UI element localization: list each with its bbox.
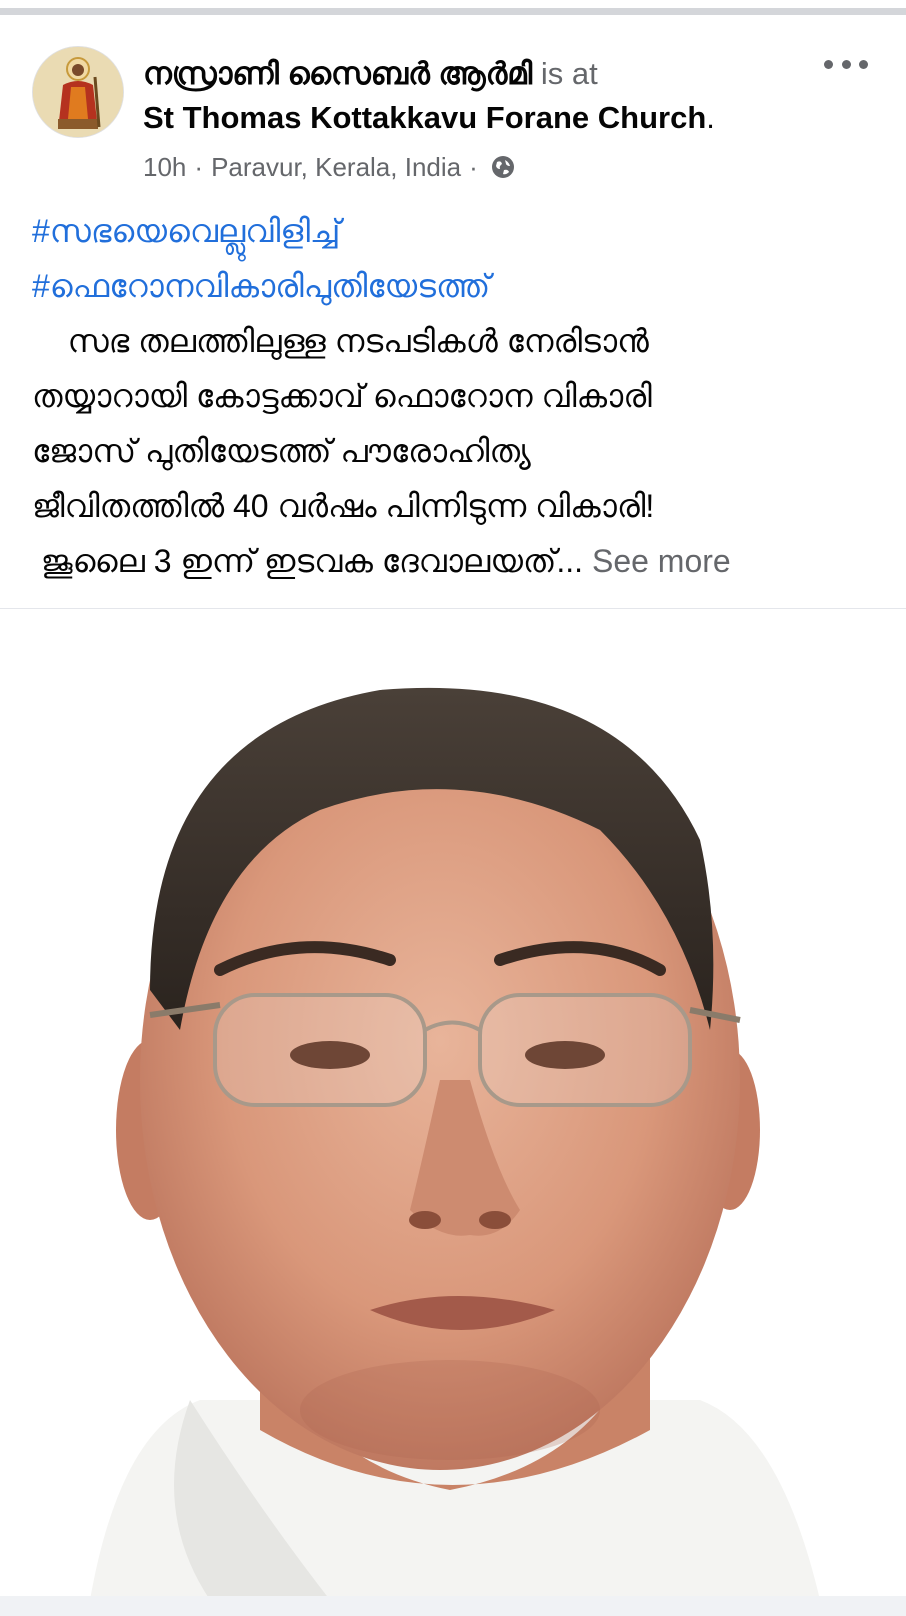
post-time[interactable]: 10h: [143, 150, 186, 184]
page-avatar[interactable]: [32, 46, 124, 138]
body-line: ജീവിതത്തിൽ 40 വർഷം പിന്നിടുന്ന വികാരി!: [32, 488, 655, 524]
hashtag-link[interactable]: #ഫെറോനവികാരിപുതിയേടത്ത്: [32, 259, 882, 314]
meta-separator: ·: [194, 152, 204, 182]
body-line: തയ്യാറായി കോട്ടക്കാവ് ഫൊറോന വികാരി: [32, 378, 652, 414]
dot: [841, 59, 851, 69]
post-photo[interactable]: [0, 610, 906, 1600]
feed-divider: [0, 0, 906, 16]
body-line-last: ജൂലൈ 3 ഇന്ന് ഇടവക ദേവാലയത്... See more: [32, 534, 882, 589]
body-line: ജൂലൈ 3 ഇന്ന് ഇടവക ദേവാലയത്...: [32, 543, 584, 579]
dot: [859, 59, 868, 69]
meta-separator: ·: [469, 152, 478, 182]
hashtag-link[interactable]: #സഭയെവെല്ലുവിളിച്ച്: [32, 204, 882, 259]
dot: [824, 59, 833, 69]
feed-post: നസ്രാണി സൈബർ ആർമി is at St Thomas Kottak…: [0, 16, 906, 1616]
author-name[interactable]: നസ്രാണി സൈബർ ആർമി: [143, 56, 532, 91]
photo-divider: [0, 608, 906, 609]
person-portrait-image: [0, 610, 906, 1600]
saint-icon: [33, 47, 123, 137]
checkin-place: St Thomas Kottakkavu Forane Church.: [143, 98, 715, 138]
post-header: നസ്രാണി സൈബർ ആർമി is at: [143, 54, 598, 94]
more-options-icon[interactable]: [824, 52, 868, 76]
body-line: സഭ തലത്തിലുള്ള നടപടികൾ നേരിടാൻ: [32, 323, 649, 359]
place-suffix: .: [706, 100, 715, 135]
post-meta: 10h · Paravur, Kerala, India ·: [143, 150, 516, 184]
place-link[interactable]: St Thomas Kottakkavu Forane Church: [143, 100, 706, 135]
post-location[interactable]: Paravur, Kerala, India: [211, 150, 461, 184]
globe-icon[interactable]: [490, 154, 516, 180]
feed-bottom-divider: [0, 1596, 906, 1616]
post-text: #സഭയെവെല്ലുവിളിച്ച് #ഫെറോനവികാരിപുതിയേടത…: [32, 204, 882, 589]
see-more-link[interactable]: See more: [592, 543, 731, 579]
body-line: ജോസ് പുതിയേടത്ത് പൗരോഹിത്യ: [32, 433, 531, 469]
is-at-label: is at: [540, 56, 598, 91]
